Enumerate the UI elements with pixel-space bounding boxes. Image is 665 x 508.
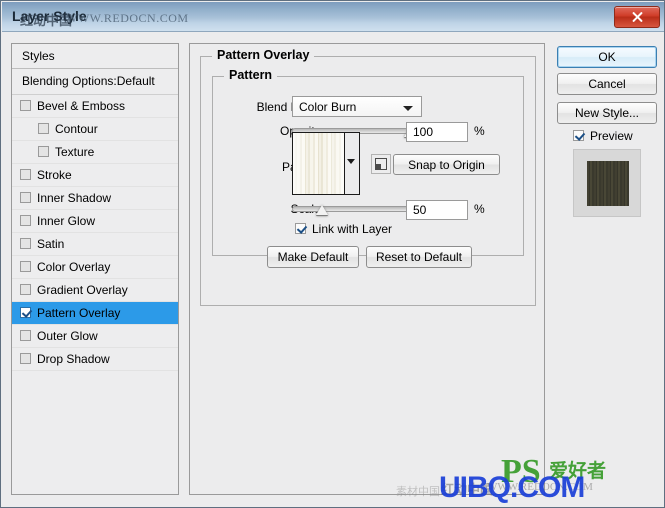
check-icon: [295, 223, 306, 234]
new-pattern-icon[interactable]: [371, 154, 391, 174]
blend-mode-select[interactable]: Color Burn: [292, 96, 422, 117]
pattern-overlay-group-title: Pattern Overlay: [212, 48, 315, 62]
style-item-contour[interactable]: Contour: [12, 118, 178, 141]
cancel-button[interactable]: Cancel: [557, 73, 657, 95]
style-item-color-overlay[interactable]: Color Overlay: [12, 256, 178, 279]
scale-slider-thumb[interactable]: [315, 205, 328, 215]
ok-button[interactable]: OK: [557, 46, 657, 68]
make-default-button[interactable]: Make Default: [267, 246, 359, 268]
checkbox-empty-icon[interactable]: [20, 353, 31, 364]
close-icon[interactable]: [614, 6, 660, 28]
blend-mode-value: Color Burn: [299, 100, 357, 114]
checkbox-empty-icon[interactable]: [20, 284, 31, 295]
checkbox-empty-icon[interactable]: [20, 215, 31, 226]
style-item-label: Drop Shadow: [37, 352, 110, 366]
check-icon: [573, 130, 584, 141]
style-item-label: Bevel & Emboss: [37, 99, 126, 113]
styles-header: Styles: [12, 44, 178, 69]
style-item-label: Gradient Overlay: [37, 283, 128, 297]
title-bar: Layer Style 红动中国 WWW.REDOCN.COM: [2, 2, 664, 32]
style-item-satin[interactable]: Satin: [12, 233, 178, 256]
watermark-title-cn: 红动中国: [20, 14, 73, 29]
style-item-label: Satin: [37, 237, 65, 251]
style-item-label: Color Overlay: [37, 260, 111, 274]
style-item-pattern-overlay[interactable]: Pattern Overlay: [12, 302, 178, 325]
checkbox-empty-icon[interactable]: [38, 123, 49, 134]
watermark-title-url: WWW.REDOCN.COM: [66, 11, 189, 25]
style-item-outer-glow[interactable]: Outer Glow: [12, 325, 178, 348]
snap-to-origin-button[interactable]: Snap to Origin: [393, 154, 500, 175]
checkbox-empty-icon[interactable]: [20, 100, 31, 111]
pattern-group-title: Pattern: [224, 68, 278, 82]
styles-panel: Styles Blending Options:Default Bevel & …: [11, 43, 179, 495]
scale-slider-track: [292, 206, 410, 212]
scale-input[interactable]: 50: [406, 200, 468, 220]
checkbox-empty-icon[interactable]: [20, 261, 31, 272]
scale-unit: %: [474, 202, 485, 216]
scale-slider[interactable]: [292, 202, 410, 216]
pattern-swatch-picker[interactable]: [292, 132, 360, 195]
chevron-down-icon: [403, 106, 413, 111]
style-item-bevel-emboss[interactable]: Bevel & Emboss: [12, 95, 178, 118]
style-item-label: Pattern Overlay: [37, 306, 121, 320]
style-item-label: Texture: [55, 145, 95, 159]
style-item-label: Inner Shadow: [37, 191, 112, 205]
preview-thumbnail-image: [587, 161, 629, 206]
preview-thumbnail: [573, 149, 641, 217]
style-item-inner-glow[interactable]: Inner Glow: [12, 210, 178, 233]
style-item-texture[interactable]: Texture: [12, 141, 178, 164]
style-item-label: Stroke: [37, 168, 72, 182]
chevron-down-icon: [347, 159, 355, 164]
pattern-overlay-panel: Pattern Overlay Pattern Blend Mode: Colo…: [189, 43, 545, 495]
style-item-inner-shadow[interactable]: Inner Shadow: [12, 187, 178, 210]
preview-label: Preview: [590, 129, 633, 143]
reset-to-default-button[interactable]: Reset to Default: [366, 246, 472, 268]
style-effects-list: Bevel & Emboss Contour Texture Stroke Inner …: [12, 95, 178, 371]
checkbox-empty-icon[interactable]: [20, 192, 31, 203]
style-item-label: Inner Glow: [37, 214, 96, 228]
watermark-ps-cn: 爱好者: [549, 460, 607, 482]
pattern-swatch-dropdown[interactable]: [344, 133, 359, 194]
check-icon[interactable]: [20, 307, 31, 318]
style-item-label: Outer Glow: [37, 329, 98, 343]
pattern-swatch-preview: [293, 133, 345, 194]
style-item-stroke[interactable]: Stroke: [12, 164, 178, 187]
layer-style-dialog: Layer Style 红动中国 WWW.REDOCN.COM Styles B…: [0, 0, 665, 508]
style-item-drop-shadow[interactable]: Drop Shadow: [12, 348, 178, 371]
new-style-button[interactable]: New Style...: [557, 102, 657, 124]
new-pattern-glyph: [375, 158, 387, 170]
link-with-layer-checkbox[interactable]: Link with Layer: [295, 222, 392, 236]
checkbox-empty-icon[interactable]: [38, 146, 49, 157]
style-item-label: Contour: [55, 122, 98, 136]
link-with-layer-label: Link with Layer: [312, 222, 393, 236]
style-item-gradient-overlay[interactable]: Gradient Overlay: [12, 279, 178, 302]
checkbox-empty-icon[interactable]: [20, 330, 31, 341]
checkbox-empty-icon[interactable]: [20, 238, 31, 249]
opacity-unit: %: [474, 124, 485, 138]
checkbox-empty-icon[interactable]: [20, 169, 31, 180]
preview-checkbox[interactable]: Preview: [573, 129, 633, 143]
blending-options-item[interactable]: Blending Options:Default: [12, 69, 178, 95]
opacity-input[interactable]: 100: [406, 122, 468, 142]
